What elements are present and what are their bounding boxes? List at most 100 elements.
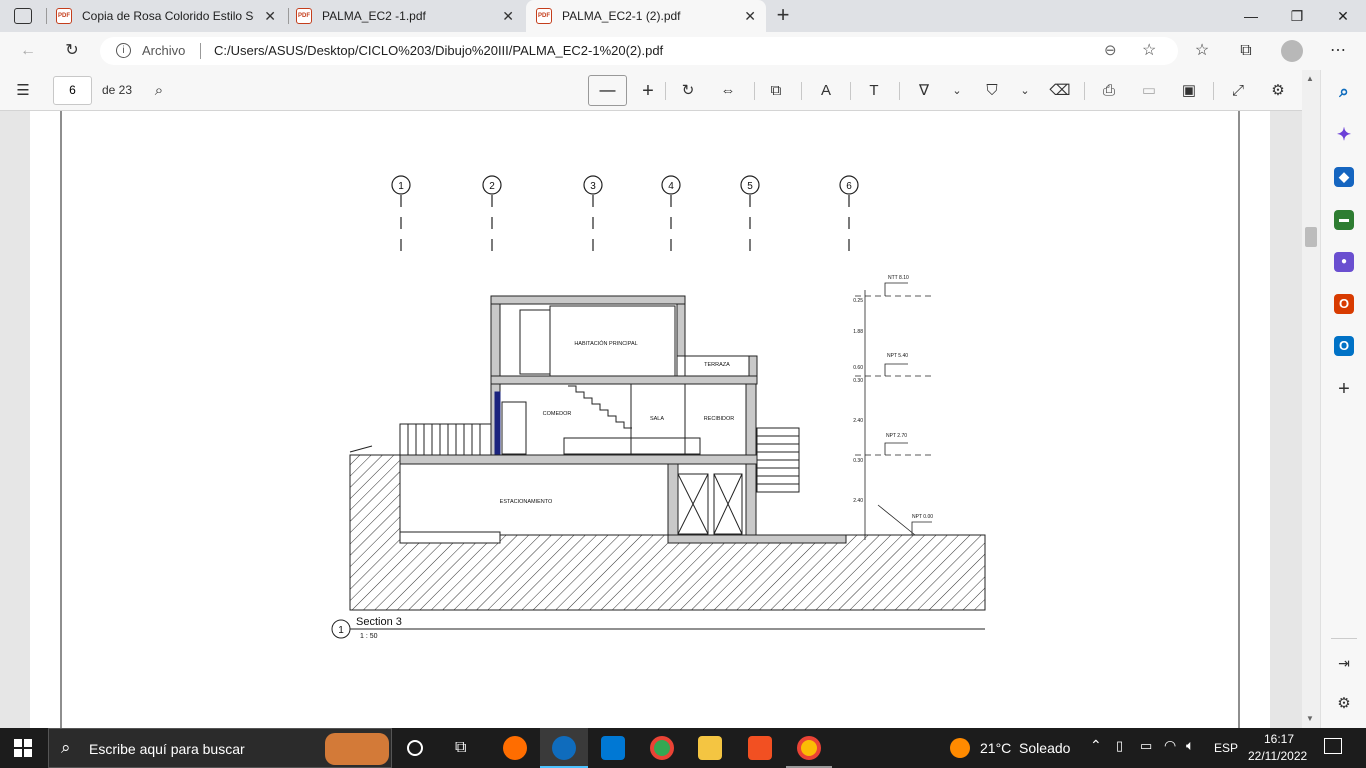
read-aloud-icon[interactable]: A [815, 80, 837, 102]
clock-time[interactable]: 16:17 [1264, 732, 1294, 746]
level-npt-0: NPT 0.00 [912, 514, 933, 520]
tab-actions-icon[interactable] [14, 8, 32, 24]
hide-sidebar-icon[interactable]: ⇥ [1334, 653, 1354, 673]
refresh-icon[interactable]: ↻ [62, 41, 82, 61]
pdf-viewer[interactable]: 1 2 3 4 5 6 HABITACIÓN PRINCIPAL TERRAZA… [0, 111, 1302, 728]
cortana-icon[interactable] [407, 740, 423, 756]
section-title: Section 3 [356, 616, 402, 628]
office-icon[interactable]: O [1334, 294, 1354, 314]
text-box-icon[interactable]: T [863, 80, 885, 102]
close-tab-icon[interactable]: ✕ [264, 8, 276, 25]
scroll-up-arrow[interactable]: ▲ [1306, 74, 1314, 83]
search-highlight-fox-icon [325, 733, 389, 765]
outlook-icon[interactable]: O [1334, 336, 1354, 356]
close-tab-icon[interactable]: ✕ [502, 8, 514, 25]
mail-icon[interactable] [601, 736, 625, 760]
restore-icon[interactable]: ❐ [1274, 0, 1320, 32]
close-window-icon[interactable]: ✕ [1320, 0, 1366, 32]
scroll-thumb[interactable] [1305, 227, 1317, 247]
zoom-in-icon[interactable]: + [637, 80, 659, 102]
pdf-icon: PDF [296, 8, 312, 24]
notifications-icon[interactable] [1324, 738, 1342, 754]
dim-label: 0.25 [853, 298, 863, 304]
page-view-icon[interactable]: ⧉ [765, 80, 787, 102]
copilot-icon[interactable]: ✦ [1334, 125, 1354, 145]
grid-label: 2 [489, 181, 495, 192]
back-icon[interactable]: ← [18, 41, 38, 61]
collections-icon[interactable]: ⧉ [1236, 41, 1256, 61]
wifi-icon[interactable]: ◠ [1164, 737, 1176, 754]
taskbar-search-box[interactable]: ⌕ Escribe aquí para buscar [48, 728, 392, 768]
tray-chevron-icon[interactable]: ⌃ [1090, 737, 1102, 754]
section-scale: 1 : 50 [360, 633, 378, 640]
more-menu-icon[interactable]: ⋯ [1328, 41, 1348, 61]
room-label-habitacion: HABITACIÓN PRINCIPAL [574, 340, 637, 347]
grid-lines [400, 195, 850, 258]
tab-3-active[interactable]: PDF PALMA_EC2-1 (2).pdf ✕ [526, 0, 766, 32]
pdf-icon: PDF [536, 8, 552, 24]
scroll-down-arrow[interactable]: ▼ [1306, 714, 1314, 723]
sidebar-settings-icon[interactable]: ⚙ [1334, 694, 1354, 714]
store-icon[interactable] [748, 736, 772, 760]
settings-icon[interactable]: ⚙ [1267, 80, 1289, 102]
weather-text[interactable]: 21°C Soleado [980, 740, 1070, 756]
fit-width-icon[interactable]: ⇔ [717, 80, 739, 102]
draw-options-icon[interactable]: ⌄ [946, 80, 968, 102]
zoom-out-button[interactable]: — [588, 75, 627, 106]
tray-phone-icon[interactable]: ▯ [1116, 738, 1123, 754]
room-label-comedor: COMEDOR [543, 411, 572, 417]
chrome-profile-active[interactable] [786, 728, 832, 768]
edge-taskbar-active[interactable] [540, 728, 588, 768]
minimize-icon[interactable]: — [1228, 0, 1274, 32]
add-favorite-icon[interactable]: ☆ [1142, 40, 1156, 60]
room-label-terraza: TERRAZA [704, 362, 730, 368]
file-explorer-icon[interactable] [698, 736, 722, 760]
tab-1[interactable]: PDF Copia de Rosa Colorido Estilo Se ✕ [56, 0, 286, 32]
language-indicator[interactable]: ESP [1214, 741, 1238, 755]
search-icon[interactable]: ⌕ [148, 80, 170, 102]
chrome-icon[interactable] [650, 736, 674, 760]
tab-2[interactable]: PDF PALMA_EC2 -1.pdf ✕ [296, 0, 524, 32]
tools-icon[interactable]: ▬ [1334, 210, 1354, 230]
rotate-icon[interactable]: ↻ [677, 80, 699, 102]
url-field[interactable]: i Archivo C:/Users/ASUS/Desktop/CICLO%20… [100, 37, 1178, 65]
save-as-icon[interactable]: ▣ [1178, 80, 1200, 102]
print-icon[interactable]: ⎙ [1098, 80, 1120, 102]
weather-sun-icon [950, 738, 970, 758]
draw-icon[interactable]: ∇ [913, 80, 935, 102]
eraser-icon[interactable]: ⌫ [1049, 80, 1071, 102]
info-icon[interactable]: i [116, 43, 131, 58]
volume-icon[interactable]: 🔈︎ [1186, 737, 1194, 754]
add-icon[interactable]: + [1334, 379, 1354, 399]
vertical-scrollbar[interactable]: ▲ ▼ [1302, 70, 1320, 728]
grid-bubbles [391, 175, 859, 195]
pdf-toolbar: ☰ 6 de 23 ⌕ — + ↻ ⇔ ⧉ A T ∇ ⌄ ⛉ ⌄ ⌫ ⎙ ▭ … [0, 70, 1320, 111]
new-tab-icon[interactable]: + [772, 4, 794, 26]
search-placeholder: Escribe aquí para buscar [89, 741, 245, 757]
dim-label: 0.30 [853, 378, 863, 384]
shopping-icon[interactable]: ◆ [1334, 167, 1354, 187]
task-view-icon[interactable]: ⧉ [455, 739, 466, 757]
highlight-options-icon[interactable]: ⌄ [1014, 80, 1036, 102]
dim-label: 2.40 [853, 498, 863, 504]
highlight-icon[interactable]: ⛉ [981, 80, 1003, 102]
favorites-icon[interactable]: ☆ [1192, 41, 1212, 61]
pdf-page: 1 2 3 4 5 6 HABITACIÓN PRINCIPAL TERRAZA… [30, 111, 1270, 728]
clock-date[interactable]: 22/11/2022 [1248, 749, 1307, 763]
profile-avatar[interactable] [1281, 40, 1303, 62]
start-windows-icon[interactable] [14, 739, 32, 757]
contents-icon[interactable]: ☰ [12, 80, 34, 102]
search-icon[interactable]: ⌕ [1334, 82, 1354, 102]
fullscreen-icon[interactable]: ⤢ [1227, 80, 1249, 102]
page-number-input[interactable]: 6 [53, 76, 92, 105]
edge-sidebar: ⌕ ✦ ◆ ▬ ● O O + ⇥ ⚙ [1320, 70, 1366, 728]
games-icon[interactable]: ● [1334, 252, 1354, 272]
save-icon[interactable]: ▭ [1138, 80, 1160, 102]
battery-icon[interactable]: ▭ [1140, 738, 1152, 754]
close-tab-icon[interactable]: ✕ [744, 8, 756, 25]
edge-icon [552, 736, 576, 760]
section-title-block: 1 Section 3 1 : 50 [331, 616, 985, 640]
zoom-out-icon[interactable]: ⊖ [1104, 41, 1117, 59]
firefox-icon[interactable] [503, 736, 527, 760]
dim-label: 1.88 [853, 329, 863, 335]
